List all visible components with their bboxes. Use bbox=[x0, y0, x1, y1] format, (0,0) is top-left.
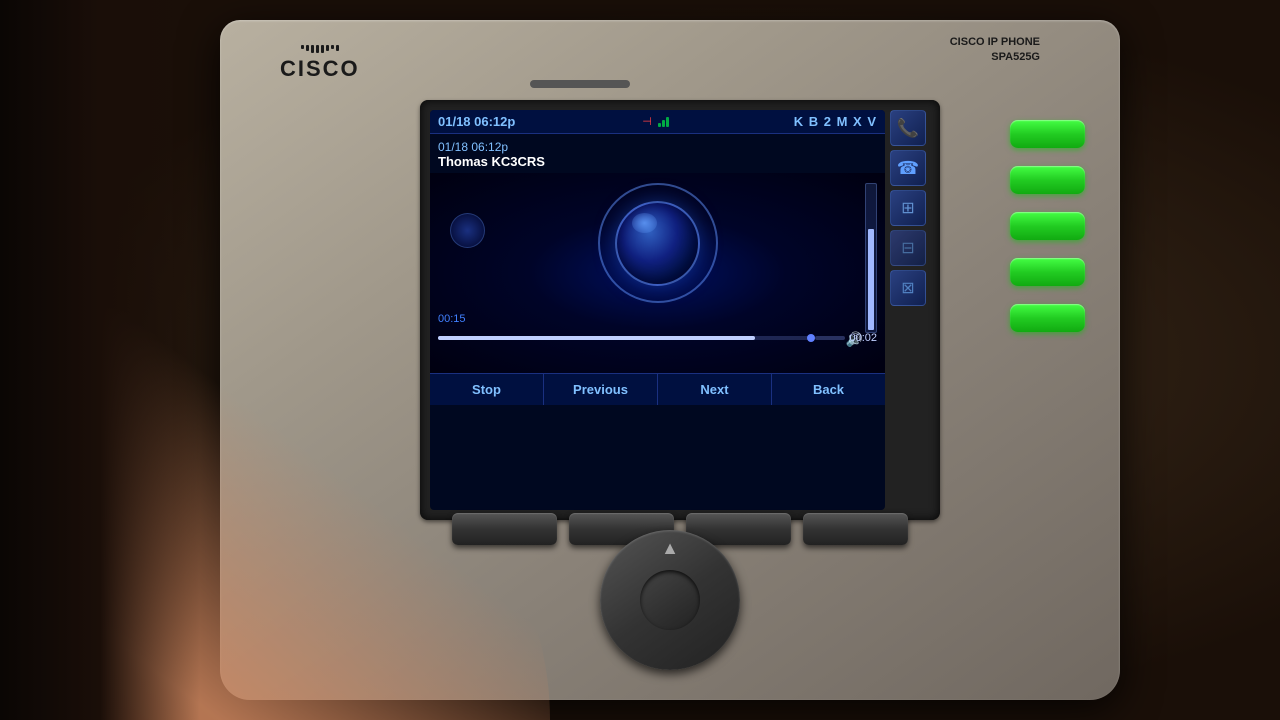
nav-center-button[interactable] bbox=[640, 570, 700, 630]
side-icon-phone-2[interactable]: ☎ bbox=[890, 150, 926, 186]
screen-bezel: 01/18 06:12p ⊣ K B 2 M X V 01/18 06:12p … bbox=[420, 100, 940, 520]
sig-bar-3 bbox=[666, 117, 669, 127]
signal-bars bbox=[658, 117, 669, 127]
nav-circle: ▲ bbox=[600, 530, 740, 670]
time-elapsed: 00:15 bbox=[438, 313, 466, 325]
cisco-bar-5 bbox=[321, 45, 324, 53]
speaker-highlight bbox=[632, 213, 657, 233]
small-speaker-icon bbox=[450, 213, 485, 248]
side-icon-phone-1[interactable]: 📞 bbox=[890, 110, 926, 146]
volume-fill bbox=[868, 229, 874, 330]
status-bar: 01/18 06:12p ⊣ K B 2 M X V bbox=[430, 110, 885, 134]
cisco-bar-1 bbox=[301, 45, 304, 49]
call-info: 01/18 06:12p Thomas KC3CRS bbox=[430, 134, 885, 173]
side-icon-grid-3[interactable]: ⊠ bbox=[890, 270, 926, 306]
softkey-next[interactable]: Next bbox=[658, 374, 772, 405]
cisco-bars bbox=[301, 45, 339, 53]
green-button-5[interactable] bbox=[1010, 304, 1085, 332]
cisco-brand-text: CISCO bbox=[280, 56, 360, 82]
grid-icon-2: ⊟ bbox=[901, 238, 914, 258]
nav-up-arrow: ▲ bbox=[661, 538, 679, 559]
speaker-outer-ring bbox=[598, 183, 718, 303]
softkey-bar: Stop Previous Next Back bbox=[430, 373, 885, 405]
cisco-logo: CISCO bbox=[280, 45, 360, 82]
status-datetime: 01/18 06:12p bbox=[438, 114, 515, 129]
softkey-back[interactable]: Back bbox=[772, 374, 885, 405]
progress-bar-area: 00:02 bbox=[438, 333, 877, 343]
progress-thumb bbox=[807, 334, 815, 342]
lcd-screen: 01/18 06:12p ⊣ K B 2 M X V 01/18 06:12p … bbox=[430, 110, 885, 510]
cisco-bar-7 bbox=[331, 45, 334, 49]
sig-bar-2 bbox=[662, 120, 665, 127]
progress-track bbox=[438, 336, 811, 340]
softkey-previous[interactable]: Previous bbox=[544, 374, 658, 405]
volume-bar bbox=[865, 183, 877, 333]
cisco-bar-6 bbox=[326, 45, 329, 51]
divider-icon: ⊣ bbox=[642, 115, 652, 128]
side-icon-grid-2[interactable]: ⊟ bbox=[890, 230, 926, 266]
phone-model-line1: CISCO IP PHONE bbox=[950, 35, 1040, 50]
main-display: 🔊 00:15 00:02 bbox=[430, 173, 885, 373]
phone-model-label: CISCO IP PHONE SPA525G bbox=[950, 35, 1040, 66]
progress-fill bbox=[438, 336, 755, 340]
status-icons: ⊣ bbox=[640, 115, 669, 128]
speaker-visualization bbox=[598, 183, 718, 303]
status-letters: K B 2 M X V bbox=[794, 114, 877, 129]
phone-icon-1: 📞 bbox=[897, 118, 919, 139]
progress-remaining bbox=[815, 336, 845, 340]
caller-name: Thomas KC3CRS bbox=[438, 154, 877, 169]
speaker-inner-cone bbox=[615, 201, 700, 286]
green-button-4[interactable] bbox=[1010, 258, 1085, 286]
side-icon-grid-1[interactable]: ⊞ bbox=[890, 190, 926, 226]
grid-icon-1: ⊞ bbox=[901, 198, 914, 218]
phone-model-line2: SPA525G bbox=[950, 50, 1040, 65]
green-buttons-panel bbox=[1010, 120, 1090, 332]
time-remaining: 00:02 bbox=[849, 332, 877, 344]
green-button-3[interactable] bbox=[1010, 212, 1085, 240]
screen-notch bbox=[530, 80, 630, 88]
green-button-1[interactable] bbox=[1010, 120, 1085, 148]
cisco-bar-2 bbox=[306, 45, 309, 51]
green-button-2[interactable] bbox=[1010, 166, 1085, 194]
softkey-stop[interactable]: Stop bbox=[430, 374, 544, 405]
sig-bar-1 bbox=[658, 123, 661, 127]
cisco-bar-3 bbox=[311, 45, 314, 53]
nav-outer-ring[interactable]: ▲ bbox=[600, 530, 740, 670]
hand-shadow-left bbox=[0, 0, 200, 720]
phone-softkey-btn-4[interactable] bbox=[803, 513, 908, 545]
phone-icon-2: ☎ bbox=[897, 158, 919, 179]
side-icons-panel: 📞 ☎ ⊞ ⊟ ⊠ bbox=[890, 110, 930, 510]
cisco-bar-4 bbox=[316, 45, 319, 53]
grid-icon-3: ⊠ bbox=[901, 278, 914, 298]
cisco-bar-8 bbox=[336, 45, 339, 51]
call-datetime: 01/18 06:12p bbox=[438, 140, 877, 154]
